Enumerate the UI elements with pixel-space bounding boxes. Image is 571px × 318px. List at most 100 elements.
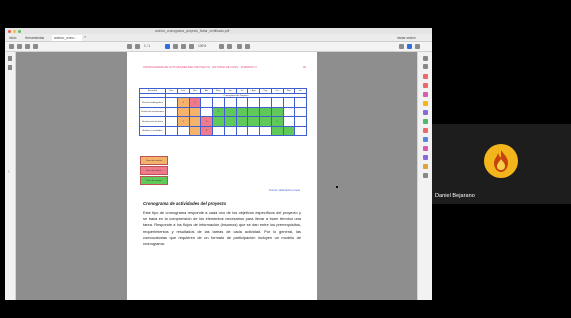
gantt-cell [176,106,190,118]
table-footnote: Fuente: elaboración propia [269,189,300,192]
page-indicator[interactable]: 1 / 1 [144,44,150,48]
zoom-in-icon[interactable] [135,44,140,49]
gantt-row: Diseño de instrumentos 2 [139,106,307,118]
comment-icon[interactable] [219,44,224,49]
attachment-icon[interactable] [8,65,12,70]
search-icon[interactable] [33,44,38,49]
more-tools-icon[interactable] [423,173,428,178]
page-number: 02 [303,65,307,69]
zoom-level[interactable]: 100% [198,44,206,48]
tab-close-icon[interactable]: × [84,34,86,39]
send-sign-icon[interactable] [423,155,428,160]
organize-pages-icon[interactable] [423,119,428,124]
gantt-cell [165,125,178,137]
zoom-out-icon[interactable] [127,44,132,49]
gantt-cell [247,106,260,118]
protect-icon[interactable] [423,137,428,142]
gantt-cell [165,97,178,108]
gantt-cell [270,97,284,108]
combine-files-icon[interactable] [423,110,428,115]
tab-bar: Inicio Herramientas archivo_crono... × I… [5,34,432,42]
gantt-row-label: Revisión bibliográfica [139,97,166,108]
gantt-row: Revisión bibliográfica 4 3 [139,97,307,108]
gantt-cell [294,116,307,127]
comment-tool-icon[interactable] [423,101,428,106]
gantt-cell [223,106,237,118]
section-paragraph: Este tipo de cronograma responde a cada … [143,210,301,247]
star-icon[interactable] [17,44,22,49]
print-icon[interactable] [25,44,30,49]
gantt-cell [235,125,249,137]
redact-icon[interactable] [423,128,428,133]
gantt-row: Análisis y resultados 4 [139,125,307,137]
gantt-row-label: Diseño de instrumentos [139,106,166,118]
search-tool-icon[interactable] [423,56,428,61]
gantt-cell [282,97,296,108]
zoom-out-small-icon[interactable] [181,44,186,49]
gantt-cell [282,125,296,137]
participant-tile[interactable]: Daniel Bejarano [432,124,571,204]
minimize-button[interactable] [13,29,16,33]
close-button[interactable] [8,29,11,33]
pdf-toolbar: 1 / 1 100% [5,42,432,52]
highlight-icon[interactable] [227,44,232,49]
gantt-cell [294,125,307,137]
gantt-cell: 5 [270,116,284,127]
sign-icon[interactable] [245,44,250,49]
gantt-cell [223,125,237,137]
section-title: Cronograma de actividades del proyecto [143,201,227,206]
maximize-button[interactable] [18,29,21,33]
gantt-cell: 4 [200,125,213,137]
gantt-cell [235,97,249,108]
legend-item: Fase de revisión [140,156,168,165]
export-pdf-icon[interactable] [423,74,428,79]
gantt-cell [188,125,202,137]
zoom-in-small-icon[interactable] [189,44,194,49]
gantt-cell: 3 [188,97,202,108]
gantt-cell [247,116,260,127]
gantt-cell [165,106,178,118]
right-tools-panel [417,52,432,300]
home-icon[interactable] [9,44,14,49]
fill-sign-icon[interactable] [423,146,428,151]
gantt-cell [165,116,178,127]
gantt-cell: 2 [176,116,190,127]
gantt-cell [259,106,272,118]
gantt-cell [235,106,249,118]
gantt-cell [235,116,249,127]
collapse-arrow-icon[interactable]: ‹ [8,169,10,175]
gantt-cell [294,106,307,118]
edit-icon[interactable] [407,44,412,49]
gantt-table: Actividad Ene Feb Mar Abr May Jun Jul Ag… [139,88,307,137]
window-title: archivo_cronograma_proyecto_Nafar_certif… [155,28,230,33]
participant-name: Daniel Bejarano [435,193,475,199]
legend-item: Fase de campo [140,176,168,185]
share-icon[interactable] [399,44,404,49]
gantt-cell [212,125,225,137]
tab-document[interactable]: archivo_crono... [52,35,82,41]
gantt-cell [223,97,237,108]
tab-home[interactable]: Inicio [9,35,23,41]
gantt-cell [212,97,225,108]
gantt-cell [188,116,202,127]
edit-pdf-icon[interactable] [423,92,428,97]
gantt-cell [188,106,202,118]
stamp-icon[interactable] [423,164,428,169]
select-cursor-icon[interactable] [165,44,170,49]
gantt-cell [247,97,260,108]
zoom-tool-icon[interactable] [423,64,428,69]
sign-in-link[interactable]: Iniciar sesión [397,35,416,41]
draw-icon[interactable] [237,44,242,49]
avatar [484,144,518,178]
gantt-cell [294,97,307,108]
hand-tool-icon[interactable] [173,44,178,49]
more-icon[interactable] [415,44,420,49]
mouse-cursor [336,186,338,188]
tab-tools[interactable]: Herramientas [25,35,49,41]
gantt-row: Recolección de datos 2 3 5 [139,116,307,127]
gantt-cell [200,106,213,118]
create-pdf-icon[interactable] [423,83,428,88]
bookmark-icon[interactable] [8,56,12,61]
gantt-cell: 2 [212,106,225,118]
gantt-cell [282,106,296,118]
